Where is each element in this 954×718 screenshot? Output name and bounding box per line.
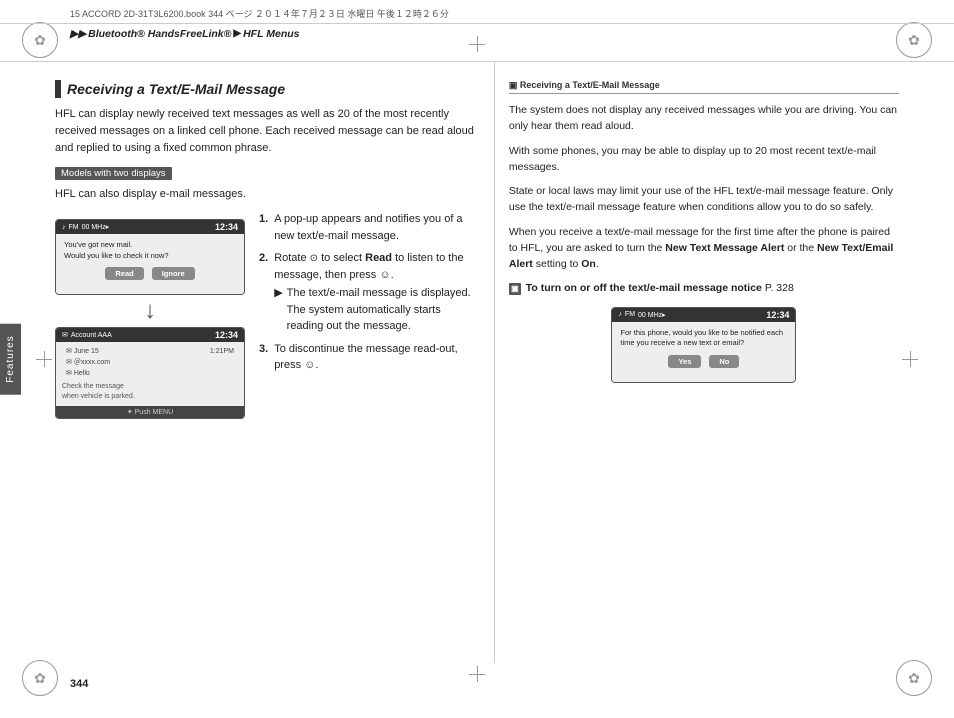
screen-mockups: ♪ FM 00 MHz▸ 12:34 You've got new mail.W… bbox=[55, 219, 245, 419]
row1-icon: ✉ bbox=[66, 347, 72, 355]
section-heading: Receiving a Text/E-Mail Message bbox=[55, 80, 476, 98]
breadcrumb-separator: ▶ bbox=[233, 28, 241, 39]
right-music-icon: ♪ bbox=[618, 311, 622, 318]
right-section-title: ▣ Receiving a Text/E-Mail Message bbox=[509, 80, 899, 94]
note-link-text: To turn on or off the text/e-mail messag… bbox=[526, 282, 762, 294]
row3-icon: ✉ bbox=[66, 369, 72, 377]
screen2-row1: ✉ June 15 1:21PM bbox=[62, 346, 238, 356]
models-text: HFL can also display e-mail messages. bbox=[55, 186, 476, 203]
step2-arrow: ▶ bbox=[274, 285, 282, 335]
screen1-header: ♪ FM 00 MHz▸ 12:34 bbox=[56, 220, 244, 234]
left-column: Receiving a Text/E-Mail Message HFL can … bbox=[55, 62, 494, 663]
note-icon: ▣ bbox=[509, 283, 521, 295]
crosshair-left bbox=[36, 351, 52, 367]
right-para-4: When you receive a text/e-mail message f… bbox=[509, 224, 899, 273]
crosshair-bottom bbox=[469, 666, 485, 682]
top-bar: 15 ACCORD 2D-31T3L6200.book 344 ページ ２０１４… bbox=[0, 0, 954, 62]
right-fm-label: FM bbox=[625, 311, 635, 318]
step2-sub: ▶ The text/e-mail message is displayed. … bbox=[274, 285, 476, 335]
account-label: Account AAA bbox=[71, 332, 112, 339]
row1-time: 1:21PM bbox=[210, 348, 234, 355]
step3-content: To discontinue the message read-out, pre… bbox=[274, 341, 476, 374]
side-tab-features: Features bbox=[0, 323, 21, 394]
right-screen-wrap: ♪ FM 00 MHz▸ 12:34 For this phone, would… bbox=[509, 307, 899, 383]
right-column: ▣ Receiving a Text/E-Mail Message The sy… bbox=[494, 62, 899, 663]
step2-sub-text: The text/e-mail message is displayed. Th… bbox=[287, 285, 476, 335]
right-para-2: With some phones, you may be able to dis… bbox=[509, 143, 899, 176]
row2-icon: ✉ bbox=[66, 358, 72, 366]
right-note-link: ▣ To turn on or off the text/e-mail mess… bbox=[509, 280, 899, 296]
right-title-text: Receiving a Text/E-Mail Message bbox=[520, 80, 660, 90]
right-para-3: State or local laws may limit your use o… bbox=[509, 183, 899, 216]
breadcrumb: ▶▶ Bluetooth® HandsFreeLink® ▶ HFL Menus bbox=[0, 24, 954, 44]
screen2: ✉ Account AAA 12:34 ✉ June 15 1:21PM ✉ bbox=[55, 327, 245, 419]
breadcrumb-prefix: ▶▶ bbox=[70, 28, 86, 40]
right-screen-yes-btn[interactable]: Yes bbox=[668, 355, 701, 368]
screen1: ♪ FM 00 MHz▸ 12:34 You've got new mail.W… bbox=[55, 219, 245, 295]
corner-decoration-br: ✿ bbox=[896, 660, 932, 696]
right-signal-label: 00 MHz▸ bbox=[638, 311, 666, 319]
step1-num: 1. bbox=[259, 211, 268, 244]
step2-num: 2. bbox=[259, 250, 268, 335]
step3-press-icon: ☺ bbox=[304, 359, 315, 371]
steps-list: 1. A pop-up appears and notifies you of … bbox=[259, 211, 476, 374]
screen1-header-left: ♪ FM 00 MHz▸ bbox=[62, 223, 109, 231]
note-page-ref: P. 328 bbox=[765, 282, 794, 294]
row1-label: June 15 bbox=[74, 348, 99, 355]
print-line: 15 ACCORD 2D-31T3L6200.book 344 ページ ２０１４… bbox=[0, 0, 954, 24]
screen1-buttons: Read Ignore bbox=[64, 267, 236, 280]
screen2-note: Check the messagewhen vehicle is parked. bbox=[62, 382, 238, 402]
step1-content: A pop-up appears and notifies you of a n… bbox=[274, 211, 476, 244]
down-arrow: ↓ bbox=[55, 299, 245, 323]
screen2-row2: ✉ ＠xxxx.com bbox=[62, 356, 238, 368]
music-icon: ♪ bbox=[62, 224, 66, 231]
screen2-footer: ✦ Push MENU bbox=[56, 406, 244, 418]
section-title: Receiving a Text/E-Mail Message bbox=[67, 81, 285, 97]
right-para-1: The system does not display any received… bbox=[509, 102, 899, 135]
step-2: 2. Rotate ⊙ to select Read to listen to … bbox=[259, 250, 476, 335]
step3-num: 3. bbox=[259, 341, 268, 374]
step-1: 1. A pop-up appears and notifies you of … bbox=[259, 211, 476, 244]
screen1-body: You've got new mail.Would you like to ch… bbox=[56, 234, 244, 294]
step-3: 3. To discontinue the message read-out, … bbox=[259, 341, 476, 374]
screen1-message: You've got new mail.Would you like to ch… bbox=[64, 240, 236, 261]
right-screen-message: For this phone, would you like to be not… bbox=[620, 328, 787, 349]
mail-icon: ✉ bbox=[62, 331, 68, 339]
screen2-header-left: ✉ Account AAA bbox=[62, 331, 112, 339]
screen2-row3: ✉ Hello bbox=[62, 368, 238, 378]
right-screen: ♪ FM 00 MHz▸ 12:34 For this phone, would… bbox=[611, 307, 796, 383]
screen2-body: ✉ June 15 1:21PM ✉ ＠xxxx.com ✉ Hello Ch bbox=[56, 342, 244, 406]
corner-decoration-bl: ✿ bbox=[22, 660, 58, 696]
row3-label: Hello bbox=[74, 370, 90, 377]
fm-label: FM bbox=[69, 224, 79, 231]
screen2-header: ✉ Account AAA 12:34 bbox=[56, 328, 244, 342]
models-badge: Models with two displays bbox=[55, 167, 172, 180]
right-title-icon: ▣ bbox=[509, 80, 518, 90]
main-content: Receiving a Text/E-Mail Message HFL can … bbox=[55, 62, 899, 663]
row2-label: ＠xxxx.com bbox=[74, 357, 110, 367]
steps-container: 1. A pop-up appears and notifies you of … bbox=[259, 211, 476, 380]
right-screen-buttons: Yes No bbox=[620, 355, 787, 368]
intro-text: HFL can display newly received text mess… bbox=[55, 106, 476, 157]
right-screen-body: For this phone, would you like to be not… bbox=[612, 322, 795, 382]
right-screen-no-btn[interactable]: No bbox=[709, 355, 739, 368]
right-screen-time: 12:34 bbox=[766, 310, 789, 320]
screen1-time: 12:34 bbox=[215, 222, 238, 232]
right-screen-header: ♪ FM 00 MHz▸ 12:34 bbox=[612, 308, 795, 322]
screen2-time: 12:34 bbox=[215, 330, 238, 340]
press-icon: ☺ bbox=[379, 269, 390, 281]
screen1-read-btn[interactable]: Read bbox=[105, 267, 143, 280]
crosshair-right bbox=[902, 351, 918, 367]
page-number: 344 bbox=[70, 678, 88, 690]
breadcrumb-item-2: HFL Menus bbox=[243, 28, 299, 40]
step2-content: Rotate ⊙ to select Read to listen to the… bbox=[274, 250, 476, 335]
heading-bar bbox=[55, 80, 61, 98]
right-screen-header-left: ♪ FM 00 MHz▸ bbox=[618, 311, 665, 319]
breadcrumb-item-1: Bluetooth® HandsFreeLink® bbox=[88, 28, 231, 40]
rotate-icon: ⊙ bbox=[310, 253, 318, 264]
signal-label: 00 MHz▸ bbox=[82, 223, 110, 231]
screen1-ignore-btn[interactable]: Ignore bbox=[152, 267, 195, 280]
